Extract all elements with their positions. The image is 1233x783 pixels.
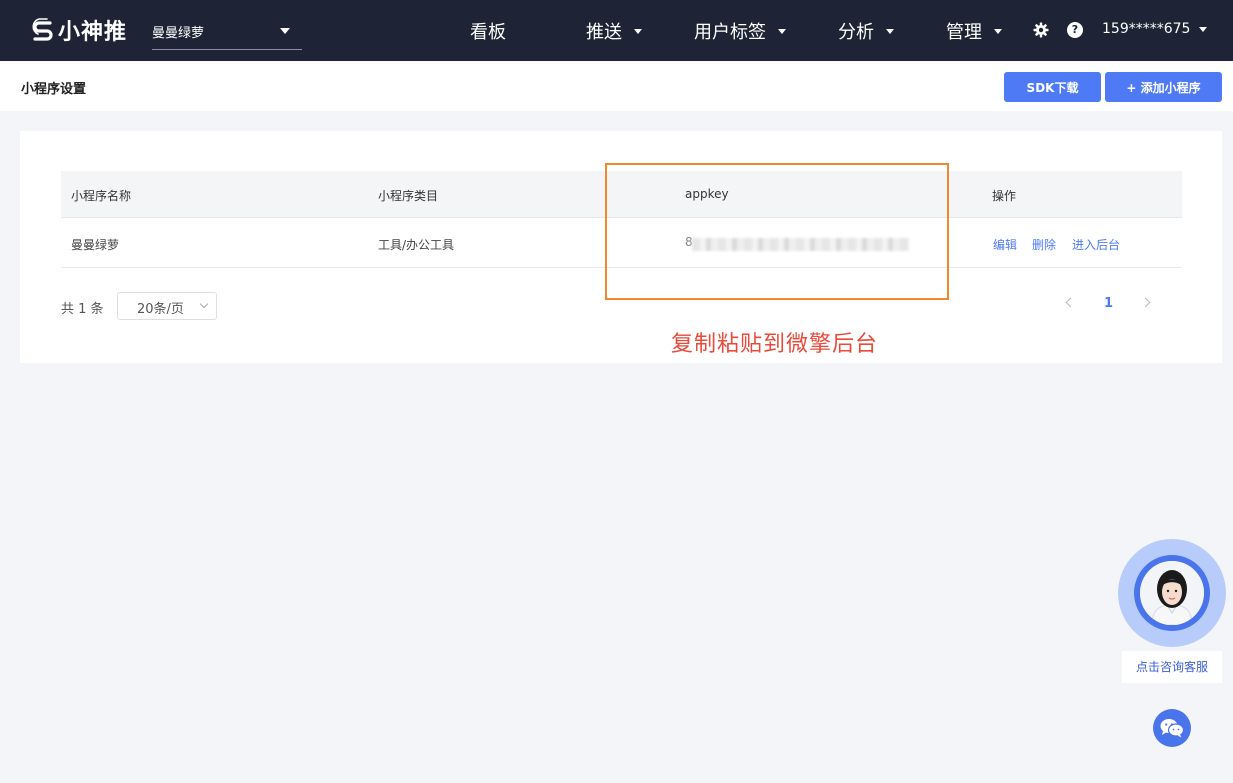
avatar-ring [1134, 555, 1210, 631]
edit-link[interactable]: 编辑 [993, 236, 1017, 253]
caret-down-icon [1199, 26, 1208, 32]
caret-down-icon [994, 28, 1002, 34]
column-header-actions: 操作 [992, 189, 1017, 203]
nav-user-tags-label: 用户标签 [694, 22, 766, 43]
delete-link[interactable]: 删除 [1032, 236, 1056, 253]
caret-down-icon [886, 28, 894, 34]
column-header-category: 小程序类目 [378, 189, 439, 203]
customer-service-button[interactable]: 点击咨询客服 [1122, 651, 1222, 683]
nav-push[interactable]: 推送 [586, 19, 642, 43]
nav-push-label: 推送 [586, 22, 622, 43]
caret-down-icon [778, 28, 786, 34]
add-miniprogram-button[interactable]: + 添加小程序 [1105, 72, 1222, 102]
app-selector-value: 曼曼绿萝 [152, 26, 205, 41]
enter-backend-link[interactable]: 进入后台 [1072, 236, 1120, 253]
app-selector[interactable]: 曼曼绿萝 [152, 14, 302, 50]
gear-icon[interactable] [1033, 22, 1049, 38]
total-count: 共 1 条 [61, 302, 104, 317]
annotation-box [605, 163, 949, 300]
chevron-down-icon [199, 299, 209, 309]
top-nav: 小神推 曼曼绿萝 看板 推送 用户标签 分析 管理 ? 159*****675 [0, 0, 1233, 61]
page-title: 小程序设置 [21, 82, 87, 97]
wechat-button[interactable] [1153, 709, 1191, 747]
caret-down-icon [280, 28, 290, 34]
caret-down-icon [634, 28, 642, 34]
nav-dashboard-label: 看板 [470, 22, 506, 43]
page-size-select[interactable]: 20条/页 [117, 292, 217, 320]
cell-name: 曼曼绿萝 [71, 238, 120, 252]
annotation-text: 复制粘贴到微擎后台 [671, 332, 879, 357]
logo-mark-icon [32, 18, 53, 41]
nav-analysis[interactable]: 分析 [838, 19, 894, 43]
nav-analysis-label: 分析 [838, 22, 874, 43]
agent-photo-icon [1140, 561, 1204, 625]
sdk-download-button[interactable]: SDK下载 [1004, 72, 1101, 102]
nav-manage[interactable]: 管理 [946, 19, 1002, 43]
cell-category: 工具/办公工具 [378, 238, 455, 252]
user-menu[interactable]: 159*****675 [1102, 21, 1208, 37]
user-phone: 159*****675 [1102, 21, 1191, 37]
page-size-value: 20条/页 [137, 302, 184, 317]
nav-manage-label: 管理 [946, 22, 982, 43]
nav-user-tags[interactable]: 用户标签 [694, 19, 786, 43]
logo-text: 小神推 [58, 20, 128, 45]
customer-service-avatar[interactable] [1118, 539, 1226, 647]
wechat-icon [1160, 719, 1185, 738]
next-page-icon[interactable] [1140, 297, 1151, 308]
help-icon[interactable]: ? [1067, 22, 1083, 38]
logo[interactable]: 小神推 [30, 14, 127, 46]
column-header-name: 小程序名称 [71, 189, 132, 203]
avatar [1140, 561, 1204, 625]
prev-page-icon[interactable] [1065, 297, 1076, 308]
nav-dashboard[interactable]: 看板 [470, 19, 506, 43]
current-page[interactable]: 1 [1104, 296, 1113, 311]
